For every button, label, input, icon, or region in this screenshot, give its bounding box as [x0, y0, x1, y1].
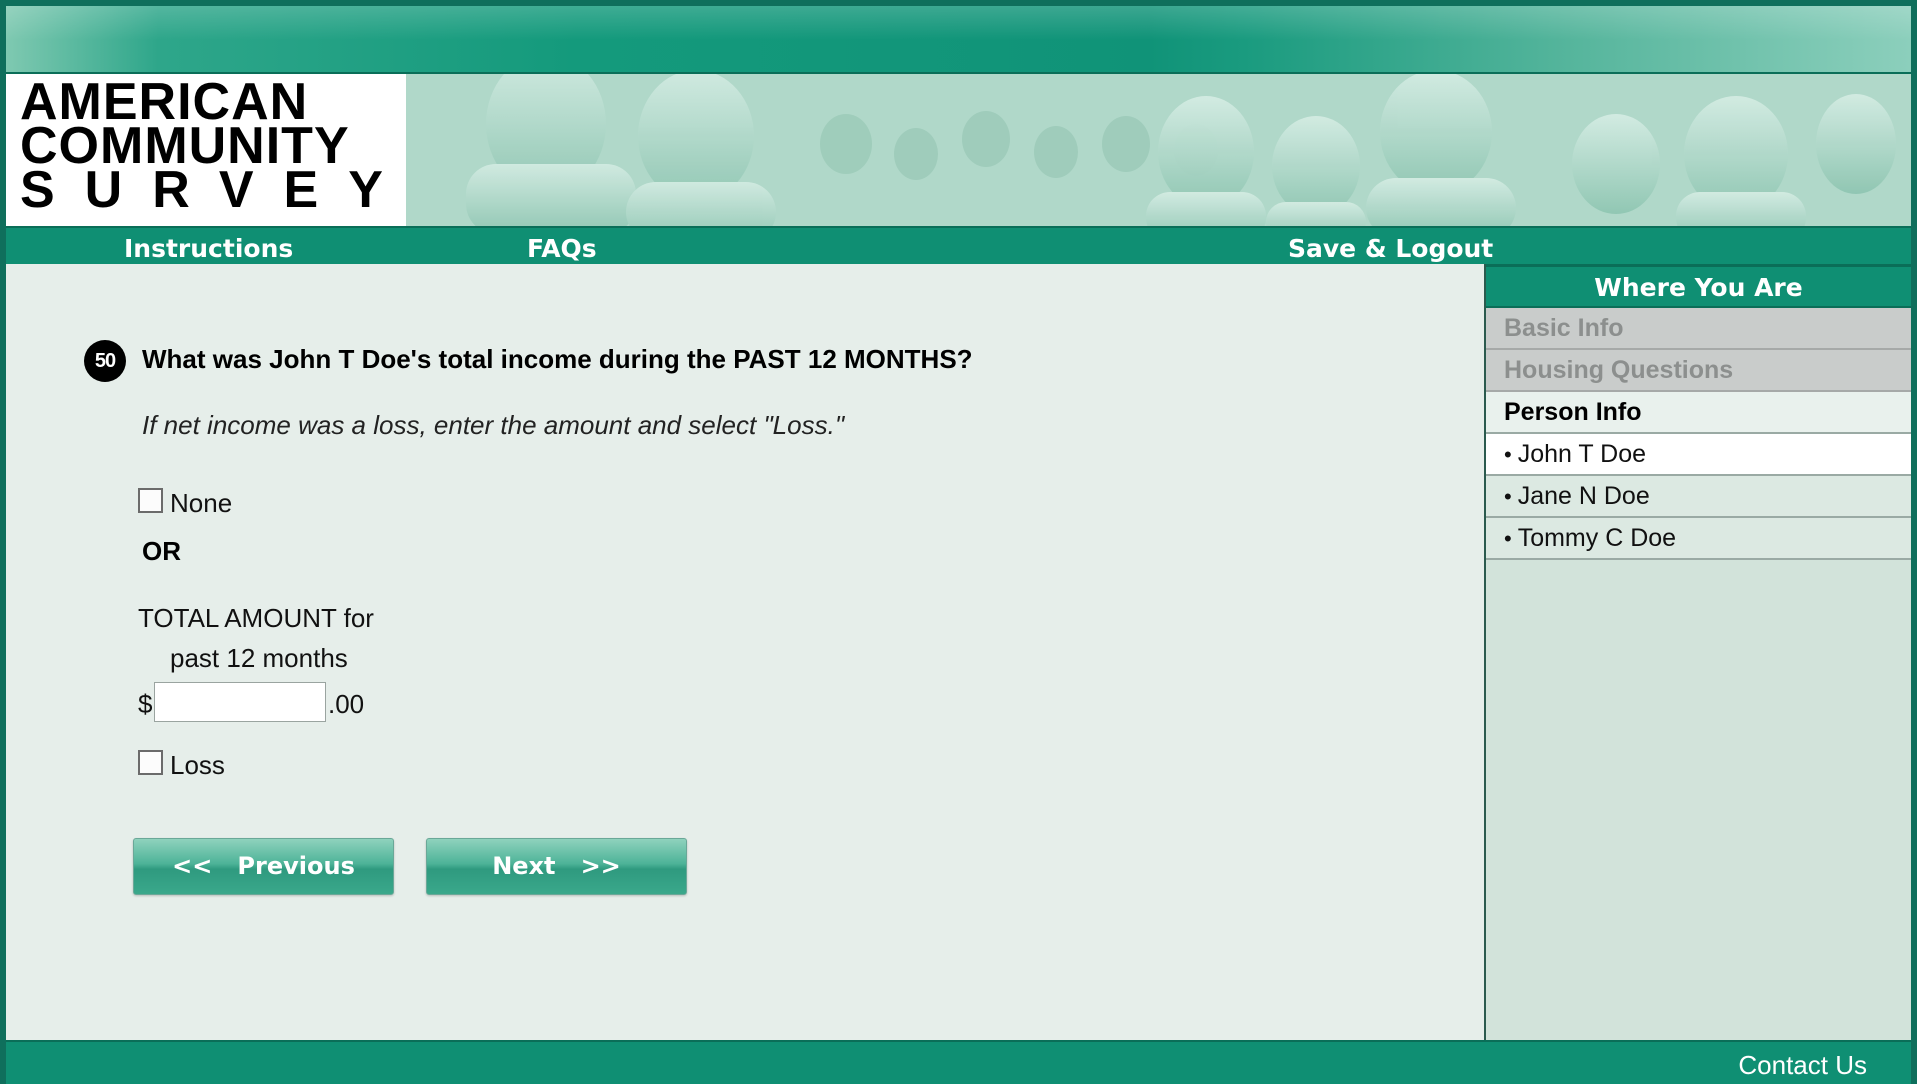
sidebar-item-basic-info: Basic Info	[1486, 308, 1911, 350]
nav-bar: Instructions FAQs Save & Logout	[6, 226, 1911, 264]
sidebar-person-label: Tommy C Doe	[1517, 524, 1677, 552]
contact-us-link[interactable]: Contact Us	[1738, 1050, 1867, 1081]
cents-suffix: .00	[328, 689, 365, 719]
app-frame: AMERICAN COMMUNITY SURVEY Instructions F…	[0, 0, 1917, 1084]
footer-bar: Contact Us	[6, 1040, 1911, 1084]
amount-label-line-2: past 12 months	[170, 643, 348, 673]
previous-button[interactable]: << Previous	[133, 838, 394, 895]
next-button[interactable]: Next >>	[426, 838, 687, 895]
bullet-icon: •	[1504, 526, 1512, 551]
sidebar-person-jane-n-doe[interactable]: • Jane N Doe	[1486, 476, 1911, 518]
amount-label: TOTAL AMOUNT for past 12 months	[138, 598, 374, 678]
sidebar-item-housing-questions: Housing Questions	[1486, 350, 1911, 392]
question-panel: 50 What was John T Doe's total income du…	[6, 264, 1484, 1040]
question-text: What was John T Doe's total income durin…	[142, 344, 973, 374]
loss-label[interactable]: Loss	[170, 750, 225, 781]
acs-logo: AMERICAN COMMUNITY SURVEY	[6, 74, 406, 226]
loss-checkbox[interactable]	[138, 750, 163, 775]
or-label: OR	[142, 536, 181, 566]
question-number-badge: 50	[84, 340, 126, 382]
sidebar-section-person-info: Person Info	[1486, 392, 1911, 434]
bullet-icon: •	[1504, 442, 1512, 467]
sidebar-title: Where You Are	[1486, 264, 1911, 308]
next-button-label: Next >>	[492, 852, 621, 880]
banner-photo-collage	[406, 74, 1911, 226]
currency-symbol: $	[138, 689, 153, 719]
previous-button-label: << Previous	[172, 852, 355, 880]
banner: AMERICAN COMMUNITY SURVEY	[6, 74, 1911, 226]
logo-line-3: SURVEY	[20, 161, 413, 219]
question-hint: If net income was a loss, enter the amou…	[142, 410, 845, 440]
progress-sidebar: Where You Are Basic Info Housing Questio…	[1484, 264, 1911, 1040]
none-checkbox[interactable]	[138, 488, 163, 513]
header-band	[6, 6, 1911, 74]
instructions-link[interactable]: Instructions	[124, 234, 293, 263]
bullet-icon: •	[1504, 484, 1512, 509]
amount-label-line-1: TOTAL AMOUNT for	[138, 603, 374, 633]
save-logout-link[interactable]: Save & Logout	[1288, 234, 1493, 263]
total-amount-input[interactable]	[154, 682, 326, 722]
sidebar-person-label: Jane N Doe	[1517, 482, 1650, 510]
faqs-link[interactable]: FAQs	[527, 234, 597, 263]
none-label[interactable]: None	[170, 488, 232, 519]
sidebar-person-john-t-doe[interactable]: • John T Doe	[1486, 434, 1911, 476]
sidebar-person-tommy-c-doe[interactable]: • Tommy C Doe	[1486, 518, 1911, 560]
sidebar-person-label: John T Doe	[1517, 440, 1647, 468]
